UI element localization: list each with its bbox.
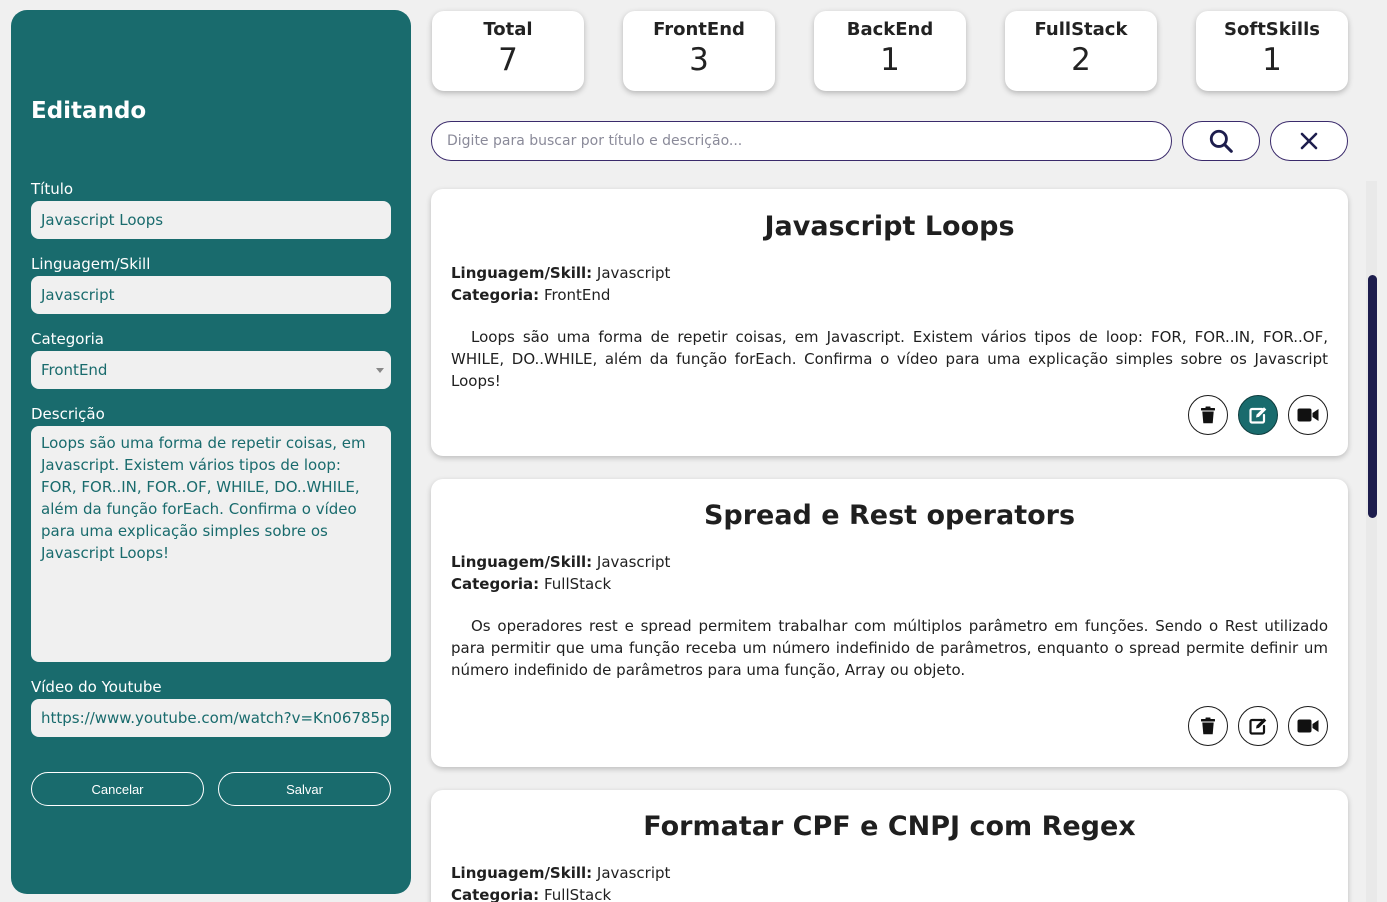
skill-label: Linguagem/Skill: xyxy=(451,553,593,571)
edit-icon xyxy=(1249,718,1267,735)
delete-button[interactable] xyxy=(1188,706,1228,746)
category-value: FrontEnd xyxy=(543,286,611,304)
stat-value: 1 xyxy=(880,42,900,78)
chevron-down-icon xyxy=(376,368,384,373)
card-skill: Linguagem/Skill: Javascript xyxy=(451,862,1328,884)
card-title: Formatar CPF e CNPJ com Regex xyxy=(643,811,1136,842)
category-value: FullStack xyxy=(543,575,612,593)
card-skill: Linguagem/Skill: Javascript xyxy=(451,551,1328,573)
edit-sidebar: Editando Título Javascript Loops Linguag… xyxy=(11,10,411,894)
skill-value: Javascript xyxy=(596,264,671,282)
scrollbar-thumb[interactable] xyxy=(1368,275,1377,518)
skill-value: Javascript xyxy=(596,864,671,882)
clear-search-button[interactable] xyxy=(1270,121,1348,161)
card-actions xyxy=(1188,706,1328,746)
skill-label: Linguagem/Skill: xyxy=(451,864,593,882)
stat-label: BackEnd xyxy=(846,19,934,40)
video-button[interactable] xyxy=(1288,395,1328,435)
stat-total: Total 7 xyxy=(432,11,584,91)
card-skill: Linguagem/Skill: Javascript xyxy=(451,262,1328,284)
skill-card: Javascript Loops Linguagem/Skill: Javasc… xyxy=(431,189,1348,456)
title-input[interactable]: Javascript Loops xyxy=(31,201,391,239)
search-icon xyxy=(1209,129,1233,153)
card-description: Loops são uma forma de repetir coisas, e… xyxy=(451,328,1328,390)
card-actions xyxy=(1188,395,1328,435)
video-url-input[interactable]: https://www.youtube.com/watch?v=Kn06785p… xyxy=(31,699,391,737)
title-label: Título xyxy=(31,180,74,198)
category-select[interactable]: FrontEnd xyxy=(31,351,391,389)
skill-label: Linguagem/Skill: xyxy=(451,264,593,282)
trash-icon xyxy=(1201,406,1215,424)
stat-backend: BackEnd 1 xyxy=(814,11,966,91)
search-input[interactable]: Digite para buscar por título e descriçã… xyxy=(431,121,1172,161)
stat-value: 7 xyxy=(498,42,518,78)
video-label: Vídeo do Youtube xyxy=(31,678,162,696)
skill-card: Formatar CPF e CNPJ com Regex Linguagem/… xyxy=(431,790,1348,902)
category-label: Categoria: xyxy=(451,286,540,304)
description-label: Descrição xyxy=(31,405,105,423)
stat-value: 2 xyxy=(1071,42,1091,78)
skill-input[interactable]: Javascript xyxy=(31,276,391,314)
edit-button[interactable] xyxy=(1238,706,1278,746)
skill-label: Linguagem/Skill xyxy=(31,255,151,273)
stat-value: 3 xyxy=(689,42,709,78)
cancel-button[interactable]: Cancelar xyxy=(31,772,204,806)
category-label: Categoria xyxy=(31,330,105,348)
category-label: Categoria: xyxy=(451,886,540,902)
skill-card: Spread e Rest operators Linguagem/Skill:… xyxy=(431,479,1348,767)
description-textarea[interactable]: Loops são uma forma de repetir coisas, e… xyxy=(31,426,391,662)
category-value: FullStack xyxy=(543,886,612,902)
video-button[interactable] xyxy=(1288,706,1328,746)
stat-fullstack: FullStack 2 xyxy=(1005,11,1157,91)
card-category: Categoria: FrontEnd xyxy=(451,284,1328,306)
stat-label: SoftSkills xyxy=(1224,19,1320,40)
card-category: Categoria: FullStack xyxy=(451,884,1328,902)
card-title: Javascript Loops xyxy=(764,211,1015,242)
video-camera-icon xyxy=(1297,408,1319,422)
category-select-value: FrontEnd xyxy=(41,361,108,379)
trash-icon xyxy=(1201,717,1215,735)
close-icon xyxy=(1300,132,1318,150)
video-camera-icon xyxy=(1297,719,1319,733)
card-title: Spread e Rest operators xyxy=(703,500,1076,531)
stat-label: FullStack xyxy=(1034,19,1128,40)
card-description: Os operadores rest e spread permitem tra… xyxy=(451,617,1328,679)
stat-softskills: SoftSkills 1 xyxy=(1196,11,1348,91)
search-button[interactable] xyxy=(1182,121,1260,161)
card-category: Categoria: FullStack xyxy=(451,573,1328,595)
delete-button[interactable] xyxy=(1188,395,1228,435)
stat-value: 1 xyxy=(1262,42,1282,78)
edit-icon xyxy=(1249,407,1267,424)
edit-button[interactable] xyxy=(1238,395,1278,435)
form-heading: Editando xyxy=(31,98,147,124)
stat-frontend: FrontEnd 3 xyxy=(623,11,775,91)
stat-label: FrontEnd xyxy=(653,19,745,40)
skill-value: Javascript xyxy=(596,553,671,571)
category-label: Categoria: xyxy=(451,575,540,593)
stat-label: Total xyxy=(483,19,533,40)
save-button[interactable]: Salvar xyxy=(218,772,391,806)
